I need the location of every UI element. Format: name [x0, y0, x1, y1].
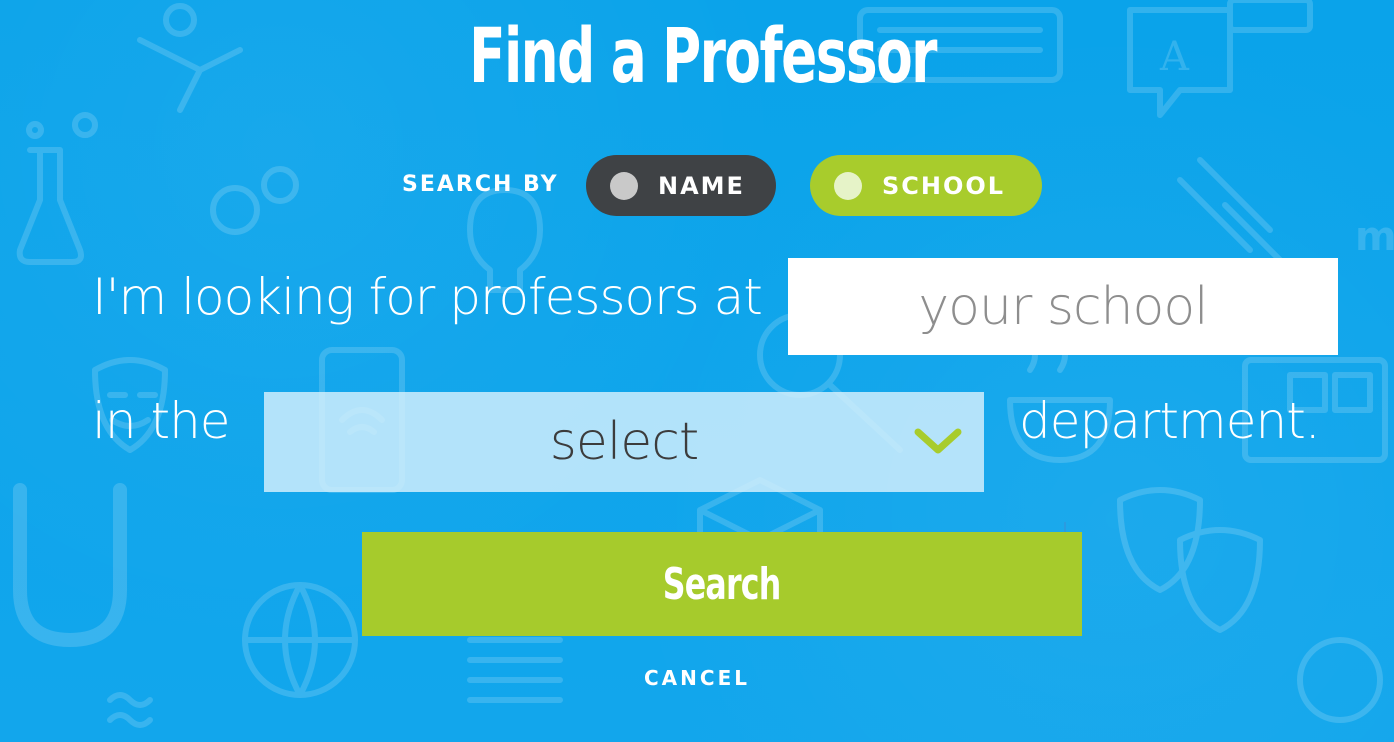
page-title: Find a Professor: [469, 11, 937, 100]
school-input-placeholder: your school: [918, 276, 1208, 337]
search-by-school-label: SCHOOL: [882, 171, 1006, 200]
sentence-part-1: I'm looking for professors at: [92, 268, 763, 326]
school-search-input[interactable]: your school: [788, 258, 1338, 602]
search-button[interactable]: Search: [362, 532, 1082, 636]
department-select[interactable]: select: [264, 392, 984, 492]
radio-selected-icon: [834, 171, 862, 200]
department-select-value: select: [549, 412, 700, 472]
cancel-link[interactable]: CANCEL: [0, 666, 1394, 690]
search-button-label: Search: [663, 558, 782, 610]
sentence-part-3: department.: [1019, 392, 1321, 450]
find-professor-panel: Find a Professor SEARCH BY NAME SCHOOL I…: [0, 0, 1394, 742]
chevron-down-icon: [914, 428, 962, 454]
search-by-label: SEARCH BY: [402, 172, 559, 197]
search-by-school-toggle[interactable]: SCHOOL: [810, 155, 1042, 216]
radio-unselected-icon: [610, 171, 638, 200]
sentence-part-2: in the: [92, 392, 231, 450]
search-by-name-label: NAME: [658, 171, 745, 200]
search-by-name-toggle[interactable]: NAME: [586, 155, 776, 216]
